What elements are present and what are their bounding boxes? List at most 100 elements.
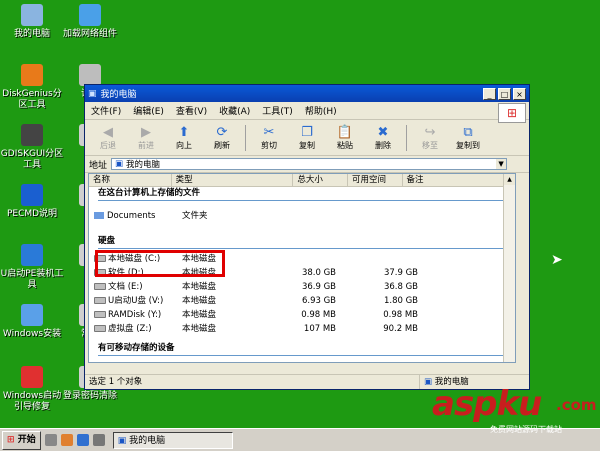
app-icon <box>21 124 43 146</box>
desktop-icon[interactable]: DiskGenius分区工具 <box>0 64 64 111</box>
toolbar-button[interactable]: 📋 粘贴 <box>326 125 364 151</box>
toolbar: ◀ 后退 ▶ 前进 ⬆ 向上 ⟳ 刷新 ✂ 剪切 ❐ 复制 📋 粘贴 ✖ 删除 ↪ 移至 ⧉ 复制到 <box>85 120 529 156</box>
toolbar-button[interactable]: ⟳ 刷新 <box>203 125 241 151</box>
list-item[interactable]: RAMDisk (Y:) 本地磁盘 0.98 MB 0.98 MB <box>89 308 515 322</box>
windows-logo-icon: ⊞ <box>498 103 526 123</box>
status-selection: 选定 1 个对象 <box>89 377 143 387</box>
item-free: 37.9 GB <box>383 268 418 278</box>
item-total: 36.9 GB <box>301 282 336 292</box>
item-free: 90.2 MB <box>383 324 418 334</box>
mouse-cursor-icon: ➤ <box>551 252 563 268</box>
title-bar[interactable]: ▣ 我的电脑 _ □ × <box>85 85 529 102</box>
desktop-icon[interactable]: GDISKGUI分区工具 <box>0 124 64 171</box>
forward-arrow-icon: ▶ <box>141 124 151 140</box>
toolbar-button[interactable]: ⬆ 向上 <box>165 125 203 151</box>
item-total: 107 MB <box>303 324 336 334</box>
toolbar-button-label: 后退 <box>100 140 116 150</box>
drive-icon <box>94 297 106 304</box>
column-header-free[interactable]: 可用空间 <box>348 174 403 186</box>
quicklaunch-icon[interactable] <box>44 434 57 446</box>
list-item[interactable]: 文档 (E:) 本地磁盘 36.9 GB 36.8 GB <box>89 280 515 294</box>
menu-item[interactable]: 文件(F) <box>85 104 127 117</box>
column-header-name[interactable]: 名称 <box>89 174 172 186</box>
list-item[interactable]: U启动U盘 (V:) 本地磁盘 6.93 GB 1.80 GB <box>89 294 515 308</box>
group-header-stored: 在这台计算机上存储的文件 <box>98 188 201 198</box>
toolbar-button[interactable]: ↪ 移至 <box>411 125 449 151</box>
address-input[interactable]: ▣ 我的电脑 ▼ <box>111 158 508 170</box>
group-divider <box>98 200 509 201</box>
item-free <box>336 209 418 223</box>
desktop-icon-label: Windows启动引导修复 <box>2 391 62 412</box>
desktop-icon[interactable]: Windows启动引导修复 <box>0 366 64 413</box>
menu-item[interactable]: 编辑(E) <box>127 104 170 117</box>
item-total <box>276 252 336 266</box>
list-item[interactable]: Documents 文件夹 <box>89 209 515 223</box>
paste-icon: 📋 <box>336 124 354 140</box>
watermark-suffix: .com <box>556 396 597 414</box>
toolbar-button-label: 复制到 <box>456 140 480 150</box>
toolbar-button-label: 前进 <box>138 140 154 150</box>
column-header-type[interactable]: 类型 <box>172 174 294 186</box>
desktop-icon[interactable]: 我的电脑 <box>0 4 64 40</box>
start-button[interactable]: ⊞ 开始 <box>2 430 41 450</box>
explorer-window: ▣ 我的电脑 _ □ × 文件(F) 编辑(E) 查看(V) 收藏(A) 工具(T) 帮助… <box>84 84 530 390</box>
menu-item[interactable]: 帮助(H) <box>299 104 343 117</box>
menu-item[interactable]: 收藏(A) <box>213 104 256 117</box>
maximize-button[interactable]: □ <box>498 87 511 100</box>
column-headers: 名称 类型 总大小 可用空间 备注 <box>89 174 515 187</box>
item-name: RAMDisk (Y:) <box>108 310 162 320</box>
minimize-button[interactable]: _ <box>483 87 496 100</box>
chevron-down-icon[interactable]: ▼ <box>496 159 507 169</box>
list-item[interactable]: 虚拟盘 (Z:) 本地磁盘 107 MB 90.2 MB <box>89 322 515 336</box>
watermark-sub: 免费网站源码下载站 <box>490 425 562 434</box>
move-to-icon: ↪ <box>424 124 436 140</box>
toolbar-button[interactable]: ✂ 剪切 <box>250 125 288 151</box>
app-icon <box>21 244 43 266</box>
desktop-icon[interactable]: 加载网络组件 <box>58 4 122 40</box>
toolbar-button[interactable]: ❐ 复制 <box>288 125 326 151</box>
window-title: 我的电脑 <box>100 90 137 100</box>
group-divider <box>98 355 509 356</box>
toolbar-button[interactable]: ◀ 后退 <box>89 125 127 151</box>
app-icon <box>79 64 101 86</box>
desktop-icon-label: 加载网络组件 <box>62 29 117 39</box>
copy-to-icon: ⧉ <box>463 124 473 140</box>
address-bar: 地址 ▣ 我的电脑 ▼ <box>85 156 529 173</box>
item-name: Documents <box>107 211 156 221</box>
desktop-icon-label: PECMD说明 <box>6 209 58 219</box>
item-total: 38.0 GB <box>301 268 336 278</box>
desktop-icon-label: U启动PE装机工具 <box>0 269 64 290</box>
scissors-icon: ✂ <box>263 124 275 140</box>
menu-item[interactable]: 查看(V) <box>170 104 213 117</box>
item-type: 文件夹 <box>182 211 208 221</box>
vertical-scrollbar[interactable]: ▲ <box>503 174 515 362</box>
toolbar-button[interactable]: ▶ 前进 <box>127 125 165 151</box>
refresh-icon: ⟳ <box>216 124 228 140</box>
desktop-icon[interactable]: Windows安装 <box>0 304 64 340</box>
watermark-main: aspku <box>432 384 542 424</box>
toolbar-button[interactable]: ⧉ 复制到 <box>449 125 487 151</box>
quicklaunch-icon[interactable] <box>92 434 105 446</box>
group-header-hdd: 硬盘 <box>98 236 116 246</box>
menu-item[interactable]: 工具(T) <box>256 104 299 117</box>
computer-icon: ▣ <box>117 435 127 446</box>
app-icon <box>21 304 43 326</box>
item-free: 0.98 MB <box>383 310 418 320</box>
close-button[interactable]: × <box>513 87 526 100</box>
item-name: 虚拟盘 (Z:) <box>108 324 152 334</box>
column-header-total[interactable]: 总大小 <box>293 174 348 186</box>
taskbar-item-my-computer[interactable]: ▣ 我的电脑 <box>112 431 233 449</box>
quicklaunch-icon[interactable] <box>60 434 73 446</box>
column-header-notes[interactable]: 备注 <box>403 174 515 186</box>
toolbar-separator <box>406 124 407 151</box>
item-total: 6.93 GB <box>301 296 336 306</box>
toolbar-button[interactable]: ✖ 删除 <box>364 125 402 151</box>
desktop-icon[interactable]: PECMD说明 <box>0 184 64 220</box>
copy-icon: ❐ <box>301 124 313 140</box>
scroll-up-icon[interactable]: ▲ <box>504 174 515 185</box>
item-free <box>336 252 418 266</box>
desktop-icon[interactable]: U启动PE装机工具 <box>0 244 64 291</box>
quicklaunch-icon[interactable] <box>76 434 89 446</box>
app-icon <box>21 366 43 388</box>
app-icon <box>21 184 43 206</box>
